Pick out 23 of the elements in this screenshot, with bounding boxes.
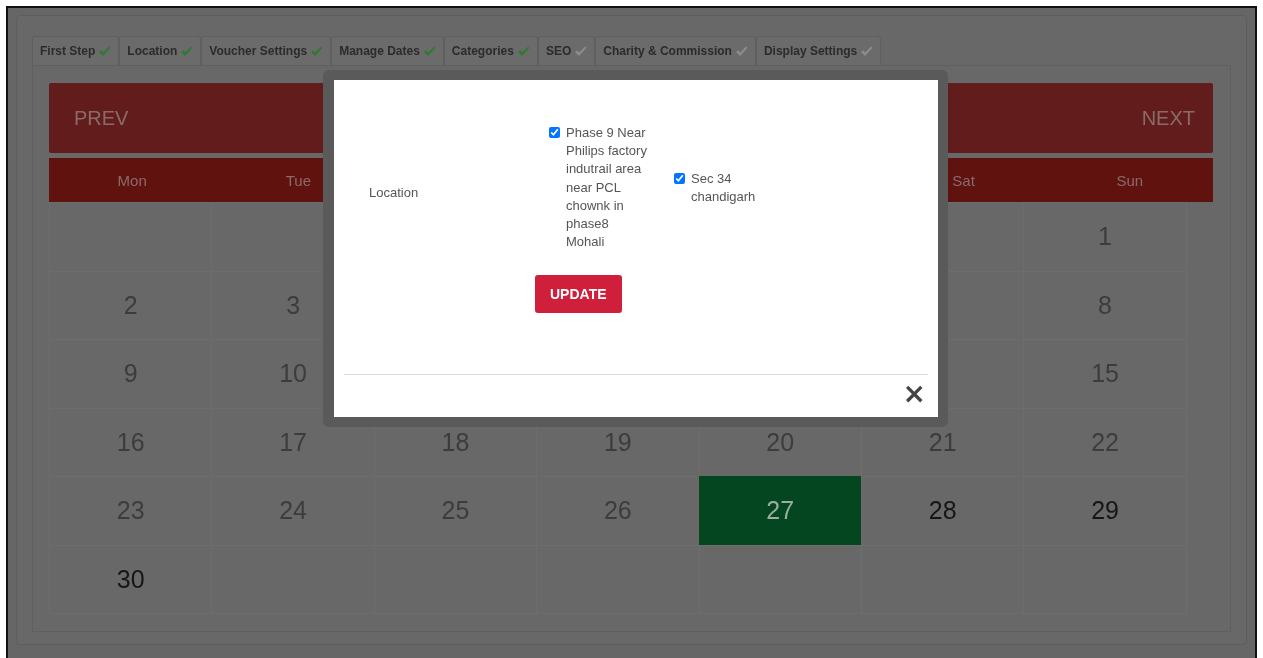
location-option-text: Phase 9 Near Philips factory indutrail area near PCL chownk in phase8 Mohali [566, 124, 648, 252]
step-tab[interactable]: Display Settings [755, 36, 882, 65]
prev-link[interactable]: PREV [74, 106, 129, 130]
step-tab[interactable]: Voucher Settings [201, 36, 332, 65]
step-tab[interactable]: Location [119, 36, 202, 65]
step-tab[interactable]: Manage Dates [331, 36, 444, 65]
location-label: Location [368, 184, 420, 200]
checkbox[interactable] [674, 172, 685, 184]
step-tab[interactable]: Categories [443, 36, 538, 65]
close-button[interactable]: × [900, 381, 928, 407]
weekday-label: Sun [1116, 171, 1144, 189]
step-tab[interactable]: SEO [537, 36, 596, 65]
day-cell: 30 [49, 544, 213, 614]
step-tab[interactable]: Charity & Commission [595, 36, 756, 65]
next-link[interactable]: NEXT [1141, 106, 1195, 130]
step-tab[interactable]: First Step [32, 36, 120, 65]
checkbox[interactable] [549, 127, 560, 138]
location-option-text: Sec 34 chandigarh [691, 169, 757, 206]
weekday-label: Mon [117, 171, 147, 189]
today-cell: 27 [698, 476, 862, 546]
update-button[interactable]: UPDATE [535, 275, 622, 314]
weekday-label: Tue [285, 171, 312, 189]
weekday-label: Sat [952, 171, 975, 189]
